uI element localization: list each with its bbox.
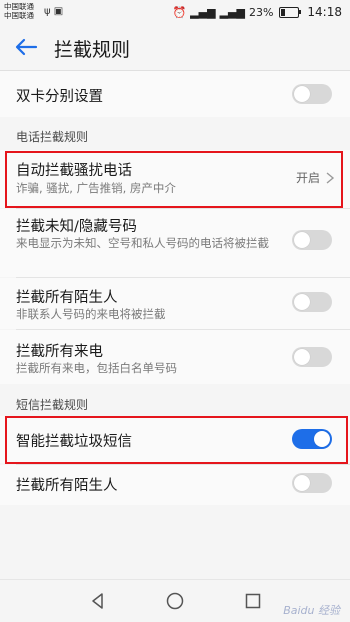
carrier-2: 中国联通 (4, 11, 34, 20)
triangle-back-icon[interactable] (88, 591, 108, 611)
alarm-icon: ⏰ (172, 5, 187, 19)
block-all-calls-row[interactable]: 拦截所有来电 拦截所有来电，包括白名单号码 (0, 330, 350, 384)
smart-spam-sms-row[interactable]: 智能拦截垃圾短信 (0, 416, 350, 463)
block-strangers-sms-row[interactable]: 拦截所有陌生人 (0, 465, 350, 505)
auto-intercept-calls-value: 开启 (295, 171, 320, 185)
arrow-left-icon[interactable] (12, 34, 40, 60)
signal-icon-2: ▂▄▆ (219, 5, 245, 19)
header: 拦截规则 (0, 24, 350, 71)
battery-icon (279, 6, 302, 18)
circle-home-icon[interactable] (165, 591, 185, 611)
block-all-calls-subtitle: 拦截所有来电，包括白名单号码 (16, 361, 177, 375)
status-bar: 中国联通 中国联通 ψ ▣ ⏰ ▂▄▆ ▂▄▆ 23% 14:18 (0, 0, 350, 24)
block-strangers-calls-subtitle: 非联系人号码的来电将被拦截 (16, 307, 166, 321)
block-strangers-sms-toggle[interactable] (292, 473, 332, 493)
status-right: ⏰ ▂▄▆ ▂▄▆ 23% 14:18 (172, 5, 342, 19)
block-strangers-calls-toggle[interactable] (292, 292, 332, 312)
carrier-1: 中国联通 (4, 2, 34, 11)
page-title: 拦截规则 (54, 39, 131, 61)
toggle-knob (294, 349, 310, 365)
auto-intercept-calls-title: 自动拦截骚扰电话 (16, 163, 132, 179)
square-recents-icon[interactable] (243, 591, 263, 611)
watermark: Baidu 经验 (283, 604, 340, 617)
auto-intercept-calls-row[interactable]: 自动拦截骚扰电话 诈骗, 骚扰, 广告推销, 房产中介 开启 (0, 150, 350, 208)
toggle-knob (294, 294, 310, 310)
signal-icon: ▂▄▆ (190, 5, 216, 19)
smart-spam-sms-toggle[interactable] (292, 429, 332, 449)
block-strangers-calls-row[interactable]: 拦截所有陌生人 非联系人号码的来电将被拦截 (0, 278, 350, 329)
block-strangers-sms-title: 拦截所有陌生人 (16, 478, 118, 494)
toggle-knob (294, 475, 310, 491)
block-unknown-toggle[interactable] (292, 230, 332, 250)
dual-sim-row[interactable]: 双卡分别设置 (0, 71, 350, 117)
image-notification-icon: ▣ (53, 6, 64, 17)
toggle-knob (294, 86, 310, 102)
sms-section-label: 短信拦截规则 (16, 398, 89, 412)
carrier-labels: 中国联通 中国联通 (4, 2, 34, 20)
chevron-right-icon (324, 170, 336, 184)
block-strangers-calls-title: 拦截所有陌生人 (16, 290, 118, 306)
battery-percent: 23% (248, 5, 274, 19)
auto-intercept-calls-subtitle: 诈骗, 骚扰, 广告推销, 房产中介 (16, 181, 176, 195)
clock: 14:18 (307, 5, 342, 19)
call-section-label: 电话拦截规则 (16, 130, 89, 144)
dual-sim-toggle[interactable] (292, 84, 332, 104)
notification-icons: ψ ▣ (44, 6, 63, 17)
smart-spam-sms-title: 智能拦截垃圾短信 (16, 434, 132, 450)
usb-icon: ψ (44, 6, 51, 17)
block-unknown-row[interactable]: 拦截未知/隐藏号码 来电显示为未知、空号和私人号码的电话将被拦截 (0, 209, 350, 277)
block-unknown-title: 拦截未知/隐藏号码 (16, 219, 137, 235)
navigation-bar: Baidu 经验 (0, 579, 350, 622)
battery-fill (281, 8, 286, 16)
dual-sim-label: 双卡分别设置 (16, 89, 103, 105)
block-unknown-subtitle: 来电显示为未知、空号和私人号码的电话将被拦截 (16, 236, 269, 250)
toggle-knob (294, 232, 310, 248)
toggle-knob (314, 431, 330, 447)
block-all-calls-toggle[interactable] (292, 347, 332, 367)
block-all-calls-title: 拦截所有来电 (16, 344, 103, 360)
